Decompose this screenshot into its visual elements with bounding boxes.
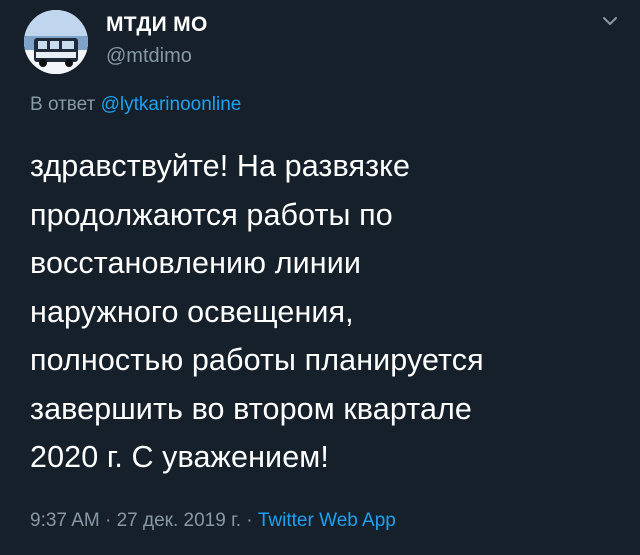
meta-separator: · (105, 510, 112, 531)
reply-context: В ответ @lytkarinoonline (30, 93, 241, 117)
user-handle[interactable]: @mtdimo (106, 42, 208, 70)
tweet-header: МТДИ МО @mtdimo (24, 10, 620, 74)
tweet-text: здравствуйте! На развязке продолжаются р… (30, 149, 484, 474)
tweet-time[interactable]: 9:37 AM (30, 510, 100, 531)
bus-avatar-icon (24, 10, 88, 74)
avatar[interactable] (24, 10, 88, 74)
author-names: МТДИ МО @mtdimo (106, 12, 208, 70)
tweet-date[interactable]: 27 дек. 2019 г. (117, 510, 241, 531)
tweet-meta: 9:37 AM · 27 дек. 2019 г. · Twitter Web … (30, 508, 396, 534)
tweet-source-link[interactable]: Twitter Web App (258, 510, 396, 531)
display-name[interactable]: МТДИ МО (106, 12, 208, 38)
meta-separator: · (246, 510, 253, 531)
chevron-down-icon[interactable] (600, 14, 620, 28)
reply-prefix: В ответ (30, 94, 96, 115)
reply-mention-link[interactable]: @lytkarinoonline (101, 94, 242, 115)
tweet: МТДИ МО @mtdimo В ответ @lytkarinoonline… (0, 0, 640, 555)
